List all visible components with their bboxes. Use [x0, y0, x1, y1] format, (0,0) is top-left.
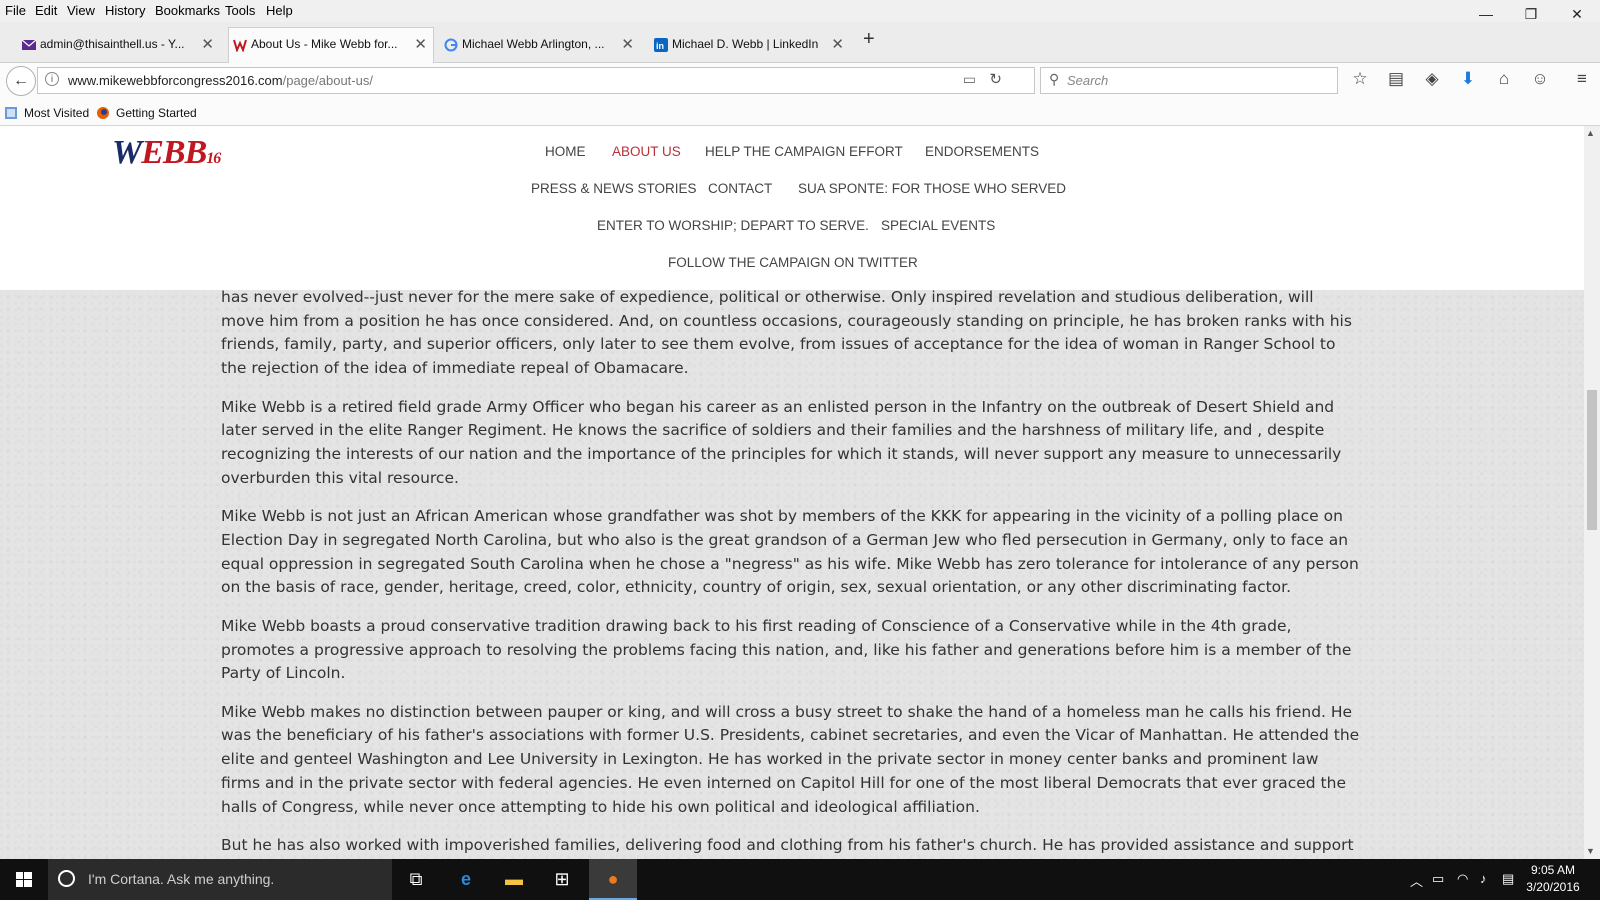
search-placeholder: Search — [1067, 73, 1109, 88]
cortana-placeholder: I'm Cortana. Ask me anything. — [88, 871, 275, 887]
url-text[interactable]: www.mikewebbforcongress2016.com/page/abo… — [68, 73, 373, 88]
tab-about-us[interactable]: About Us - Mike Webb for... ✕ — [228, 27, 434, 63]
tab-linkedin[interactable]: in Michael D. Webb | LinkedIn ✕ — [650, 28, 850, 62]
scroll-up-arrow-icon[interactable]: ▲ — [1586, 128, 1595, 138]
mail-icon — [22, 39, 36, 50]
close-tab-icon[interactable]: ✕ — [201, 28, 214, 61]
article-paragraph: But he has also worked with impoverished… — [221, 836, 1354, 855]
close-tab-icon[interactable]: ✕ — [414, 28, 427, 61]
nav-press-news[interactable]: PRESS & NEWS STORIES — [531, 181, 697, 196]
notifications-icon[interactable]: ▤ — [1502, 871, 1514, 887]
menu-file[interactable]: File — [5, 3, 26, 18]
google-icon — [444, 38, 458, 52]
about-article: has never evolved--just never for the me… — [221, 286, 1361, 859]
article-paragraph: Mike Webb makes no distinction between p… — [221, 702, 1360, 816]
menu-bookmarks[interactable]: Bookmarks — [155, 3, 220, 18]
cortana-icon — [58, 870, 75, 887]
menu-view[interactable]: View — [67, 3, 95, 18]
reader-view-icon[interactable]: ▭ — [963, 71, 976, 88]
logo-w: W — [112, 134, 142, 171]
bookmarks-list-icon[interactable]: ▤ — [1384, 69, 1408, 89]
url-path: /page/about-us/ — [282, 73, 373, 88]
close-tab-icon[interactable]: ✕ — [831, 28, 844, 61]
site-header: WEBB16 HOME ABOUT US HELP THE CAMPAIGN E… — [0, 126, 1584, 290]
nav-contact[interactable]: CONTACT — [708, 181, 772, 196]
volume-icon[interactable]: ♪ — [1480, 871, 1487, 886]
search-bar[interactable]: ⚲ Search — [1040, 67, 1338, 94]
logo-year: 16 — [206, 150, 221, 167]
arrow-left-icon: ← — [13, 72, 29, 89]
nav-about-us[interactable]: ABOUT US — [612, 144, 681, 159]
url-domain: www.mikewebbforcongress2016.com — [68, 73, 283, 88]
hamburger-menu-icon[interactable]: ≡ — [1570, 69, 1594, 89]
edge-icon[interactable]: e — [442, 859, 490, 900]
task-view-icon[interactable]: ⧉ — [392, 859, 440, 900]
info-icon[interactable]: i — [45, 72, 59, 86]
wifi-icon[interactable]: ◠ — [1457, 871, 1468, 887]
page-viewport: WEBB16 HOME ABOUT US HELP THE CAMPAIGN E… — [0, 126, 1584, 859]
url-bar[interactable]: i www.mikewebbforcongress2016.com/page/a… — [37, 67, 1035, 94]
nav-special-events[interactable]: SPECIAL EVENTS — [881, 218, 995, 233]
linkedin-icon: in — [654, 38, 668, 52]
article-paragraph: Mike Webb boasts a proud conservative tr… — [221, 616, 1352, 683]
pocket-icon[interactable]: ◈ — [1420, 69, 1444, 89]
navigation-toolbar: ← i www.mikewebbforcongress2016.com/page… — [0, 63, 1600, 101]
bookmarks-toolbar: Most Visited Getting Started — [0, 101, 1600, 126]
system-clock[interactable]: 9:05 AM 3/20/2016 — [1520, 862, 1586, 896]
back-button[interactable]: ← — [6, 66, 36, 96]
site-logo[interactable]: WEBB16 — [112, 134, 221, 172]
windows-logo-icon — [16, 872, 32, 887]
article-paragraph: Mike Webb is a retired field grade Army … — [221, 397, 1342, 487]
scroll-down-arrow-icon[interactable]: ▼ — [1586, 846, 1595, 856]
tab-title: Michael D. Webb | LinkedIn — [672, 37, 819, 51]
close-tab-icon[interactable]: ✕ — [621, 28, 634, 61]
home-icon[interactable]: ⌂ — [1492, 69, 1516, 89]
bookmark-star-icon[interactable]: ☆ — [1348, 69, 1372, 89]
tab-yahoo-mail[interactable]: admin@thisainthell.us - Y... ✕ — [18, 28, 220, 62]
new-tab-button[interactable]: + — [863, 28, 875, 51]
windows-taskbar: I'm Cortana. Ask me anything. ⧉ e ▬ ⊞ ● … — [0, 859, 1600, 900]
tab-bar: admin@thisainthell.us - Y... ✕ About Us … — [0, 22, 1600, 63]
nav-sua-sponte[interactable]: SUA SPONTE: FOR THOSE WHO SERVED — [798, 181, 1066, 196]
reload-icon[interactable]: ↻ — [989, 70, 1002, 88]
svg-text:in: in — [656, 41, 664, 51]
nav-endorsements[interactable]: ENDORSEMENTS — [925, 144, 1039, 159]
tab-title: admin@thisainthell.us - Y... — [40, 37, 185, 51]
nav-help-campaign[interactable]: HELP THE CAMPAIGN EFFORT — [705, 144, 903, 159]
clock-time: 9:05 AM — [1530, 863, 1576, 877]
start-button[interactable] — [0, 859, 48, 900]
scrollbar-thumb[interactable] — [1587, 390, 1597, 530]
tab-title: About Us - Mike Webb for... — [251, 37, 398, 51]
menu-history[interactable]: History — [105, 3, 145, 18]
bookmark-getting-started[interactable]: Getting Started — [116, 106, 197, 120]
battery-icon[interactable]: ▭ — [1432, 871, 1444, 887]
firefox-icon — [97, 107, 109, 119]
show-hidden-icons[interactable]: ︿ — [1410, 871, 1423, 890]
nav-home[interactable]: HOME — [545, 144, 586, 159]
article-paragraph: has never evolved--just never for the me… — [221, 288, 1352, 378]
download-icon[interactable]: ⬇ — [1456, 69, 1480, 89]
tab-title: Michael Webb Arlington, ... — [462, 37, 605, 51]
firefox-taskbar-icon[interactable]: ● — [589, 859, 637, 900]
cortana-search-box[interactable]: I'm Cortana. Ask me anything. — [48, 859, 392, 900]
tab-google-search[interactable]: Michael Webb Arlington, ... ✕ — [440, 28, 640, 62]
most-visited-icon — [5, 107, 17, 119]
bookmark-most-visited[interactable]: Most Visited — [24, 106, 89, 120]
store-icon[interactable]: ⊞ — [538, 859, 586, 900]
menu-bar: File Edit View History Bookmarks Tools H… — [0, 0, 1600, 22]
webb-logo-icon — [233, 39, 247, 52]
clock-date: 3/20/2016 — [1526, 880, 1580, 894]
logo-ebb: EBB — [141, 134, 207, 171]
chat-icon[interactable]: ☺ — [1528, 69, 1552, 89]
nav-twitter[interactable]: FOLLOW THE CAMPAIGN ON TWITTER — [668, 255, 918, 270]
search-icon: ⚲ — [1049, 71, 1060, 87]
menu-tools[interactable]: Tools — [225, 3, 255, 18]
nav-worship-serve[interactable]: ENTER TO WORSHIP; DEPART TO SERVE. — [597, 218, 869, 233]
file-explorer-icon[interactable]: ▬ — [490, 859, 538, 900]
menu-edit[interactable]: Edit — [35, 3, 57, 18]
menu-help[interactable]: Help — [266, 3, 293, 18]
article-paragraph: Mike Webb is not just an African America… — [221, 507, 1359, 597]
